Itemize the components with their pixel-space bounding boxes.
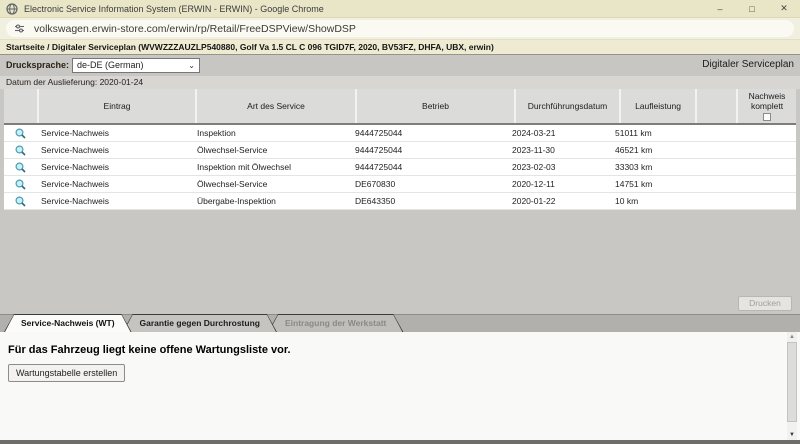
cell-datum: 2020-01-22 <box>508 193 611 209</box>
tab-bar: Service-Nachweis (WT) Garantie gegen Dur… <box>0 314 800 332</box>
cell-laufleistung: 10 km <box>611 193 685 209</box>
cell-eintrag: Service-Nachweis <box>37 125 193 141</box>
cell-nachweis <box>724 142 796 158</box>
toolbar: Drucksprache: de-DE (German) ⌄ Digitaler… <box>0 56 800 76</box>
header-betrieb: Betrieb <box>357 89 514 123</box>
cell-datum: 2024-03-21 <box>508 125 611 141</box>
cell-spacer <box>685 176 724 192</box>
cell-nachweis <box>724 159 796 175</box>
cell-eintrag: Service-Nachweis <box>37 193 193 209</box>
breadcrumb: Startseite / Digitaler Serviceplan (WVWZ… <box>0 40 800 55</box>
tune-icon[interactable] <box>14 23 25 34</box>
cell-spacer <box>685 142 724 158</box>
window-controls: – □ ✕ <box>704 0 800 17</box>
cell-laufleistung: 14751 km <box>611 176 685 192</box>
vertical-scrollbar[interactable]: ▲ ▼ <box>787 332 797 440</box>
magnifier-icon[interactable] <box>15 128 26 139</box>
cell-laufleistung: 51011 km <box>611 125 685 141</box>
table-row: Service-Nachweis Ölwechsel-Service 94447… <box>4 142 796 159</box>
cell-art: Inspektion <box>193 125 351 141</box>
cell-laufleistung: 33303 km <box>611 159 685 175</box>
cell-art: Ölwechsel-Service <box>193 176 351 192</box>
print-language-select[interactable]: de-DE (German) ⌄ <box>72 58 200 73</box>
cell-eintrag: Service-Nachweis <box>37 159 193 175</box>
nachweis-komplett-checkbox[interactable] <box>763 113 771 121</box>
scroll-up-icon[interactable]: ▲ <box>787 332 797 342</box>
cell-nachweis <box>724 193 796 209</box>
cell-datum: 2023-02-03 <box>508 159 611 175</box>
url-field[interactable]: volkswagen.erwin-store.com/erwin/rp/Reta… <box>6 20 794 37</box>
header-art-des-service: Art des Service <box>197 89 355 123</box>
cell-spacer <box>685 193 724 209</box>
header-icon-column <box>4 89 37 123</box>
header-spacer-column <box>697 89 736 123</box>
window-title: Electronic Service Information System (E… <box>24 4 324 14</box>
cell-eintrag: Service-Nachweis <box>37 176 193 192</box>
header-nachweis-line1: Nachweis <box>749 91 786 101</box>
delivery-date-label: Datum der Auslieferung: <box>6 77 97 87</box>
page-title: Digitaler Serviceplan <box>702 59 794 70</box>
cell-nachweis <box>724 176 796 192</box>
cell-nachweis <box>724 125 796 141</box>
magnifier-icon[interactable] <box>15 145 26 156</box>
maximize-button[interactable]: □ <box>736 0 768 17</box>
cell-spacer <box>685 125 724 141</box>
cell-betrieb: 9444725044 <box>351 142 508 158</box>
table-row: Service-Nachweis Übergabe-Inspektion DE6… <box>4 193 796 210</box>
cell-art: Inspektion mit Ölwechsel <box>193 159 351 175</box>
magnifier-icon[interactable] <box>15 179 26 190</box>
browser-window: Electronic Service Information System (E… <box>0 0 800 444</box>
cell-datum: 2020-12-11 <box>508 176 611 192</box>
cell-eintrag: Service-Nachweis <box>37 142 193 158</box>
tab-service-nachweis[interactable]: Service-Nachweis (WT) <box>4 314 132 332</box>
tab-label: Service-Nachweis (WT) <box>4 314 132 332</box>
print-language-value: de-DE (German) <box>77 60 144 70</box>
header-durchfuehrungsdatum: Durchführungsdatum <box>516 89 619 123</box>
service-table: Eintrag Art des Service Betrieb Durchfüh… <box>4 89 796 210</box>
header-laufleistung: Laufleistung <box>621 89 695 123</box>
tab-label: Garantie gegen Durchrostung <box>123 314 277 332</box>
print-button[interactable]: Drucken <box>738 296 792 311</box>
cell-laufleistung: 46521 km <box>611 142 685 158</box>
header-nachweis-komplett: Nachweis komplett <box>738 89 796 123</box>
window-titlebar: Electronic Service Information System (E… <box>0 0 800 18</box>
minimize-button[interactable]: – <box>704 0 736 17</box>
tab-content-panel: Für das Fahrzeug liegt keine offene Wart… <box>0 332 800 440</box>
cell-art: Ölwechsel-Service <box>193 142 351 158</box>
table-header-row: Eintrag Art des Service Betrieb Durchfüh… <box>4 89 796 125</box>
scroll-down-icon[interactable]: ▼ <box>787 430 797 440</box>
table-row: Service-Nachweis Ölwechsel-Service DE670… <box>4 176 796 193</box>
magnifier-icon[interactable] <box>15 162 26 173</box>
cell-spacer <box>685 159 724 175</box>
address-bar: volkswagen.erwin-store.com/erwin/rp/Reta… <box>0 18 800 40</box>
create-maintenance-table-button[interactable]: Wartungstabelle erstellen <box>8 364 125 382</box>
cell-betrieb: 9444725044 <box>351 159 508 175</box>
cell-betrieb: DE643350 <box>351 193 508 209</box>
cell-betrieb: 9444725044 <box>351 125 508 141</box>
tab-label: Eintragung der Werkstatt <box>268 314 403 332</box>
url-text: volkswagen.erwin-store.com/erwin/rp/Reta… <box>34 23 356 35</box>
window-bottom-edge <box>0 440 800 444</box>
print-language-label: Drucksprache: <box>6 60 69 70</box>
header-eintrag: Eintrag <box>39 89 195 123</box>
chevron-down-icon: ⌄ <box>188 59 195 72</box>
header-nachweis-line2: komplett <box>751 101 783 111</box>
close-button[interactable]: ✕ <box>768 0 800 17</box>
magnifier-icon[interactable] <box>15 196 26 207</box>
cell-art: Übergabe-Inspektion <box>193 193 351 209</box>
table-row: Service-Nachweis Inspektion mit Ölwechse… <box>4 159 796 176</box>
table-row: Service-Nachweis Inspektion 9444725044 2… <box>4 125 796 142</box>
tab-garantie-durchrostung[interactable]: Garantie gegen Durchrostung <box>123 314 277 332</box>
cell-datum: 2023-11-30 <box>508 142 611 158</box>
scrollbar-thumb[interactable] <box>787 342 797 422</box>
tab-eintragung-werkstatt[interactable]: Eintragung der Werkstatt <box>268 314 403 332</box>
no-maintenance-message: Für das Fahrzeug liegt keine offene Wart… <box>8 344 291 356</box>
delivery-date-row: Datum der Auslieferung: 2020-01-24 <box>0 76 800 89</box>
cell-betrieb: DE670830 <box>351 176 508 192</box>
globe-icon <box>6 3 18 15</box>
delivery-date-value: 2020-01-24 <box>100 77 143 87</box>
